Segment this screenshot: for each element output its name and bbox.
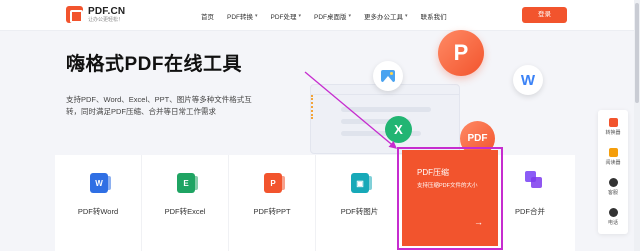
- tool-pdf-to-image[interactable]: ▣ PDF转图片: [316, 155, 403, 251]
- tool-pdf-to-excel[interactable]: E PDF转Excel: [142, 155, 229, 251]
- excel-icon: X: [385, 116, 412, 143]
- excel-icon: E: [177, 173, 198, 193]
- word-icon: W: [90, 173, 111, 193]
- nav-pdf-convert[interactable]: PDF转换 ▾: [227, 11, 258, 21]
- tool-pdf-to-word[interactable]: W PDF转Word: [55, 155, 142, 251]
- float-service[interactable]: 客服: [598, 178, 628, 196]
- logo[interactable]: PDF.CN 让办公更轻松！: [66, 6, 125, 23]
- hero-title: 嗨格式PDF在线工具: [66, 54, 243, 75]
- highlight-box: [397, 147, 503, 250]
- service-icon: [608, 178, 618, 187]
- scrollbar[interactable]: [634, 0, 640, 251]
- float-phone[interactable]: 电话: [598, 208, 628, 226]
- chevron-down-icon: ▾: [405, 13, 408, 19]
- float-converter[interactable]: 转换器: [598, 118, 628, 136]
- floating-sidebar: 转换器 阅读器 客服 电话: [598, 110, 628, 234]
- page: PDF.CN 让办公更轻松！ 首页 PDF转换 ▾ PDF处理 ▾ PDF桌面版 ▾ …: [0, 0, 640, 251]
- zip-icon: [311, 95, 317, 119]
- nav-pdf-desktop[interactable]: PDF桌面版 ▾: [314, 11, 351, 21]
- browser-window-illustration: [310, 84, 460, 154]
- tool-pdf-to-ppt[interactable]: P PDF转PPT: [229, 155, 316, 251]
- phone-icon: [608, 208, 618, 217]
- nav-home[interactable]: 首页: [201, 11, 214, 21]
- tool-pdf-merge-label[interactable]: PDF合并: [515, 206, 545, 217]
- ppt-icon: P: [264, 173, 285, 193]
- reader-icon: [608, 148, 618, 157]
- logo-icon: [66, 6, 83, 23]
- scrollbar-thumb[interactable]: [635, 3, 639, 103]
- nav-pdf-process[interactable]: PDF处理 ▾: [271, 11, 302, 21]
- converter-icon: [608, 118, 618, 127]
- chevron-down-icon: ▾: [348, 13, 352, 19]
- chevron-down-icon: ▾: [255, 13, 258, 19]
- tool-label: PDF转Word: [77, 207, 119, 216]
- hero-description: 支持PDF、Word、Excel、PPT、图片等多种文件格式互转，同时满足PDF…: [66, 95, 252, 116]
- pdf-p-icon: P: [438, 30, 484, 76]
- float-reader[interactable]: 阅读器: [598, 148, 628, 166]
- nav-contact[interactable]: 联系我们: [421, 11, 447, 21]
- chevron-down-icon: ▾: [298, 13, 302, 19]
- word-icon: W: [513, 65, 543, 95]
- nav-more-tools[interactable]: 更多办公工具 ▾: [364, 11, 408, 21]
- merge-icon[interactable]: [525, 171, 542, 188]
- image-icon: ▣: [351, 173, 372, 193]
- logo-name: PDF.CN: [88, 6, 126, 17]
- logo-slogan: 让办公更轻松！: [88, 17, 124, 23]
- tool-label: PDF转Excel: [164, 207, 206, 216]
- image-icon: [373, 61, 403, 91]
- main-nav: 首页 PDF转换 ▾ PDF处理 ▾ PDF桌面版 ▾ 更多办公工具 ▾ 联系我们: [201, 11, 460, 21]
- tool-label: PDF转PPT: [253, 207, 291, 216]
- top-header: PDF.CN 让办公更轻松！ 首页 PDF转换 ▾ PDF处理 ▾ PDF桌面版 ▾ …: [0, 0, 640, 31]
- hero-illustration: P W X PDF: [290, 30, 580, 156]
- login-button[interactable]: 登录: [522, 7, 567, 23]
- tool-label: PDF转图片: [340, 207, 379, 216]
